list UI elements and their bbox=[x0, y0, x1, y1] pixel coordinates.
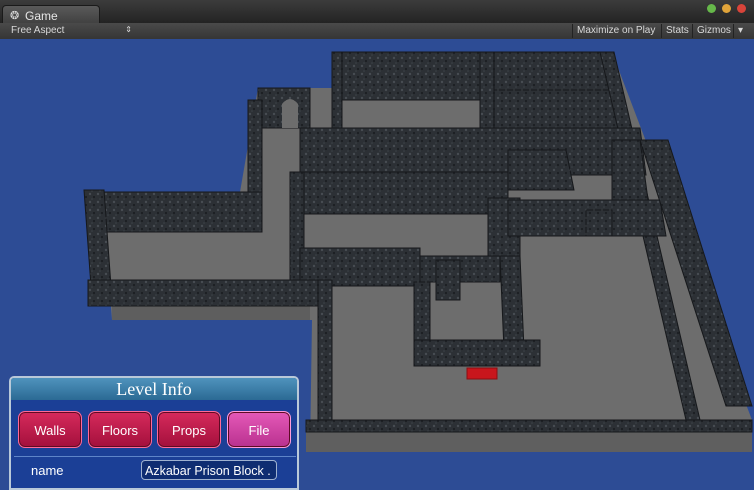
props-button[interactable]: Props bbox=[157, 411, 221, 448]
red-marker-tile bbox=[466, 367, 498, 380]
level-info-panel: Level Info Walls Floors Props File name … bbox=[9, 376, 299, 490]
walls-button[interactable]: Walls bbox=[18, 411, 82, 448]
maximize-on-play-button[interactable]: Maximize on Play bbox=[572, 24, 659, 38]
aspect-dropdown[interactable]: Free Aspect ⇕ bbox=[4, 24, 134, 38]
stats-button[interactable]: Stats bbox=[661, 24, 693, 38]
file-button[interactable]: File bbox=[227, 411, 291, 448]
name-label: name bbox=[31, 463, 64, 478]
close-button[interactable] bbox=[737, 4, 746, 13]
game-tab[interactable]: ❂ Game bbox=[2, 5, 100, 25]
floors-button[interactable]: Floors bbox=[88, 411, 152, 448]
dropdown-arrow-icon: ⇕ bbox=[125, 25, 132, 34]
panel-divider bbox=[14, 456, 296, 457]
game-tab-label: Game bbox=[25, 9, 58, 23]
aspect-label: Free Aspect bbox=[11, 25, 65, 36]
gizmos-button[interactable]: Gizmos bbox=[692, 24, 735, 38]
maximize-button[interactable] bbox=[722, 4, 731, 13]
archway bbox=[282, 99, 298, 128]
panel-title: Level Info bbox=[11, 378, 297, 400]
gizmos-arrow-icon[interactable]: ▾ bbox=[733, 24, 747, 38]
game-toolbar: Free Aspect ⇕ Maximize on Play Stats Giz… bbox=[0, 23, 754, 40]
unity-game-icon: ❂ bbox=[10, 10, 20, 22]
minimize-button[interactable] bbox=[707, 4, 716, 13]
level-name-input[interactable]: Azkabar Prison Block . bbox=[141, 460, 277, 480]
tab-bar: ❂ Game bbox=[0, 0, 754, 25]
